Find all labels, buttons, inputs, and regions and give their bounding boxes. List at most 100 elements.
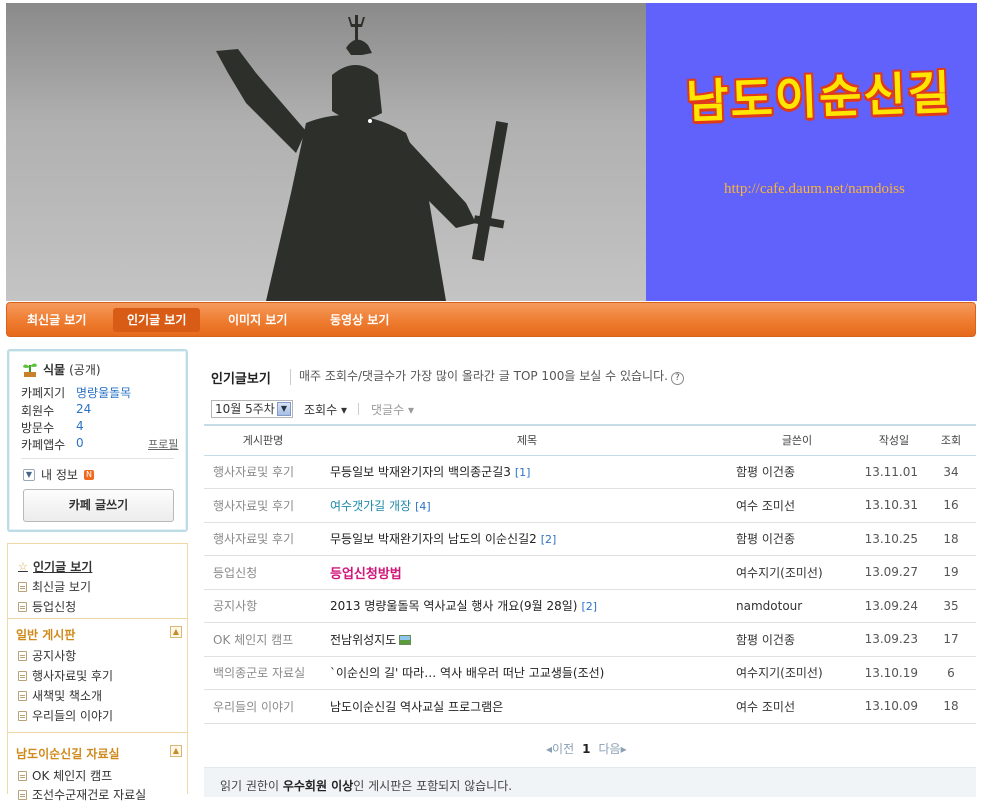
row-author[interactable]: 함평 이건종 (732, 455, 862, 489)
sidebar-section-general[interactable]: 일반 게시판 (16, 626, 75, 643)
nav-recent-posts[interactable]: 최신글 보기 (13, 308, 100, 332)
sidebar-item-label[interactable]: OK 체인지 캠프 (32, 767, 112, 784)
sort-by-views[interactable]: 조회수 ▾ (304, 401, 347, 418)
row-subject[interactable]: 여수갯가길 개장 [4] (322, 489, 732, 523)
table-row[interactable]: 행사자료및 후기 여수갯가길 개장 [4] 여수 조미선 13.10.31 16 (204, 489, 976, 523)
row-subject[interactable]: 남도이순신길 역사교실 프로그램은 (322, 690, 732, 724)
sidebar-item-navy-archive[interactable]: 조선수군재건로 자료실 (18, 786, 146, 803)
column-date: 작성일 (878, 434, 910, 448)
row-board-link[interactable]: OK 체인지 캠프 (204, 623, 322, 657)
row-subject[interactable]: 2013 명량울돌목 역사교실 행사 개요(9월 28일) [2] (322, 589, 732, 623)
row-board-link[interactable]: 백의종군로 자료실 (204, 656, 322, 690)
row-subject-link[interactable]: 전남위성지도 (330, 633, 396, 647)
nav-image-posts[interactable]: 이미지 보기 (214, 308, 301, 332)
row-subject-link[interactable]: 무등일보 박재완기자의 백의종군길3 (330, 465, 511, 479)
sidebar-item-ok-camp[interactable]: OK 체인지 캠프 (18, 767, 112, 784)
sidebar-item-notice[interactable]: 공지사항 (18, 647, 76, 664)
info-manager-link[interactable]: 명량울돌목 (76, 384, 131, 401)
pager-next-label[interactable]: 다음 (598, 742, 620, 756)
row-subject-link[interactable]: 남도이순신길 역사교실 프로그램은 (330, 700, 503, 714)
row-subject[interactable]: 무등일보 박재완기자의 남도의 이순신길2 [2] (322, 522, 732, 556)
sort-comments-label[interactable]: 댓글수 (371, 403, 404, 417)
comment-count[interactable]: [4] (415, 500, 431, 513)
sidebar-item-label[interactable]: 조선수군재건로 자료실 (32, 786, 146, 803)
write-post-button[interactable]: 카페 글쓰기 (23, 489, 174, 522)
row-board-link[interactable]: 공지사항 (204, 589, 322, 623)
nav-popular-posts[interactable]: 인기글 보기 (113, 308, 201, 332)
sort-by-comments[interactable]: 댓글수 ▾ (371, 401, 414, 418)
row-board-link[interactable]: 행사자료및 후기 (204, 455, 322, 489)
row-board-link[interactable]: 등업신청 (204, 556, 322, 590)
pagination: ◂이전 1 다음▸ (546, 740, 627, 757)
row-subject[interactable]: 등업신청방법 (322, 556, 732, 590)
row-subject-link[interactable]: `이순신의 길' 따라… 역사 배우러 떠난 고교생들(조선) (330, 666, 604, 680)
collapse-section-icon[interactable]: ▲ (170, 745, 182, 757)
pager-next[interactable]: 다음▸ (598, 740, 626, 757)
table-row[interactable]: 행사자료및 후기 무등일보 박재완기자의 백의종군길3 [1] 함평 이건종 13.11… (204, 455, 976, 489)
comment-count[interactable]: [2] (541, 533, 557, 546)
sidebar-item-label[interactable]: 인기글 보기 (33, 558, 92, 575)
sidebar-item-stories[interactable]: 우리들의 이야기 (18, 707, 113, 724)
chevron-down-icon[interactable]: ▼ (277, 402, 291, 416)
comment-count[interactable]: [1] (515, 466, 531, 479)
sort-views-label[interactable]: 조회수 (304, 403, 337, 417)
table-row[interactable]: 등업신청 등업신청방법 여수지기(조미선) 13.09.27 19 (204, 556, 976, 590)
row-subject[interactable]: `이순신의 길' 따라… 역사 배우러 떠난 고교생들(조선) (322, 656, 732, 690)
pager-prev[interactable]: ◂이전 (546, 740, 574, 757)
board-icon (18, 670, 27, 681)
notice-text: 읽기 권한이 (220, 779, 283, 793)
board-icon (18, 601, 27, 612)
row-author[interactable]: 여수지기(조미선) (732, 656, 862, 690)
cafe-url[interactable]: http://cafe.daum.net/namdoiss (724, 181, 905, 198)
my-info-label[interactable]: 내 정보 (41, 466, 78, 483)
nav-video-posts[interactable]: 동영상 보기 (316, 308, 403, 332)
info-members-value[interactable]: 24 (76, 402, 91, 416)
pager-prev-label[interactable]: 이전 (552, 742, 574, 756)
row-subject-link[interactable]: 여수갯가길 개장 (330, 499, 411, 513)
sidebar-section-archive[interactable]: 남도이순신길 자료실 (16, 745, 120, 762)
row-subject-link[interactable]: 등업신청방법 (330, 567, 402, 582)
row-author[interactable]: 함평 이건종 (732, 522, 862, 556)
row-subject-link[interactable]: 2013 명량울돌목 역사교실 행사 개요(9월 28일) (330, 599, 577, 613)
row-board-link[interactable]: 우리들의 이야기 (204, 690, 322, 724)
row-board-link[interactable]: 행사자료및 후기 (204, 522, 322, 556)
row-board-link[interactable]: 행사자료및 후기 (204, 489, 322, 523)
row-subject[interactable]: 전남위성지도 (322, 623, 732, 657)
row-author[interactable]: namdotour (732, 589, 862, 623)
sidebar-item-popular[interactable]: ☆ 인기글 보기 (18, 558, 92, 575)
pager-current[interactable]: 1 (582, 742, 590, 756)
sidebar-item-events[interactable]: 행사자료및 후기 (18, 667, 113, 684)
sidebar-item-label[interactable]: 등업신청 (32, 598, 76, 615)
row-author[interactable]: 여수지기(조미선) (732, 556, 862, 590)
info-apps-value[interactable]: 0 (76, 436, 84, 450)
table-row[interactable]: 우리들의 이야기 남도이순신길 역사교실 프로그램은 여수 조미선 13.10.09 1… (204, 690, 976, 724)
sidebar-item-label[interactable]: 최신글 보기 (32, 578, 91, 595)
table-row[interactable]: 공지사항 2013 명량울돌목 역사교실 행사 개요(9월 28일) [2] namd… (204, 589, 976, 623)
info-row-manager: 카페지기 명량울돌목 (21, 384, 131, 401)
sidebar-item-recent[interactable]: 최신글 보기 (18, 578, 91, 595)
sidebar-item-label[interactable]: 공지사항 (32, 647, 76, 664)
row-subject-link[interactable]: 무등일보 박재완기자의 남도의 이순신길2 (330, 532, 537, 546)
week-select[interactable]: 10월 5주차 ▼ (211, 400, 293, 418)
week-select-value[interactable]: 10월 5주차 (215, 402, 275, 416)
my-info-toggle[interactable]: ▼ 내 정보 N (23, 466, 94, 483)
sidebar-item-levelup[interactable]: 등업신청 (18, 598, 76, 615)
help-icon[interactable]: ? (670, 372, 684, 385)
collapse-section-icon[interactable]: ▲ (170, 626, 182, 638)
sidebar-item-label[interactable]: 새책및 책소개 (32, 687, 102, 704)
table-row[interactable]: 백의종군로 자료실 `이순신의 길' 따라… 역사 배우러 떠난 고교생들(조선)… (204, 656, 976, 690)
table-row[interactable]: 행사자료및 후기 무등일보 박재완기자의 남도의 이순신길2 [2] 함평 이건종 13… (204, 522, 976, 556)
profile-link[interactable]: 프로필 (148, 436, 178, 452)
chevron-down-icon[interactable]: ▼ (23, 468, 35, 481)
sidebar-item-label[interactable]: 우리들의 이야기 (32, 707, 113, 724)
row-views: 17 (943, 632, 959, 647)
sidebar-item-books[interactable]: 새책및 책소개 (18, 687, 102, 704)
table-row[interactable]: OK 체인지 캠프 전남위성지도 함평 이건종 13.09.23 17 (204, 623, 976, 657)
row-author[interactable]: 여수 조미선 (732, 489, 862, 523)
row-subject[interactable]: 무등일보 박재완기자의 백의종군길3 [1] (322, 455, 732, 489)
row-author[interactable]: 함평 이건종 (732, 623, 862, 657)
sidebar-item-label[interactable]: 행사자료및 후기 (32, 667, 113, 684)
cafe-title[interactable]: 남도이순신길 (685, 56, 953, 131)
row-author[interactable]: 여수 조미선 (732, 690, 862, 724)
comment-count[interactable]: [2] (581, 600, 597, 613)
